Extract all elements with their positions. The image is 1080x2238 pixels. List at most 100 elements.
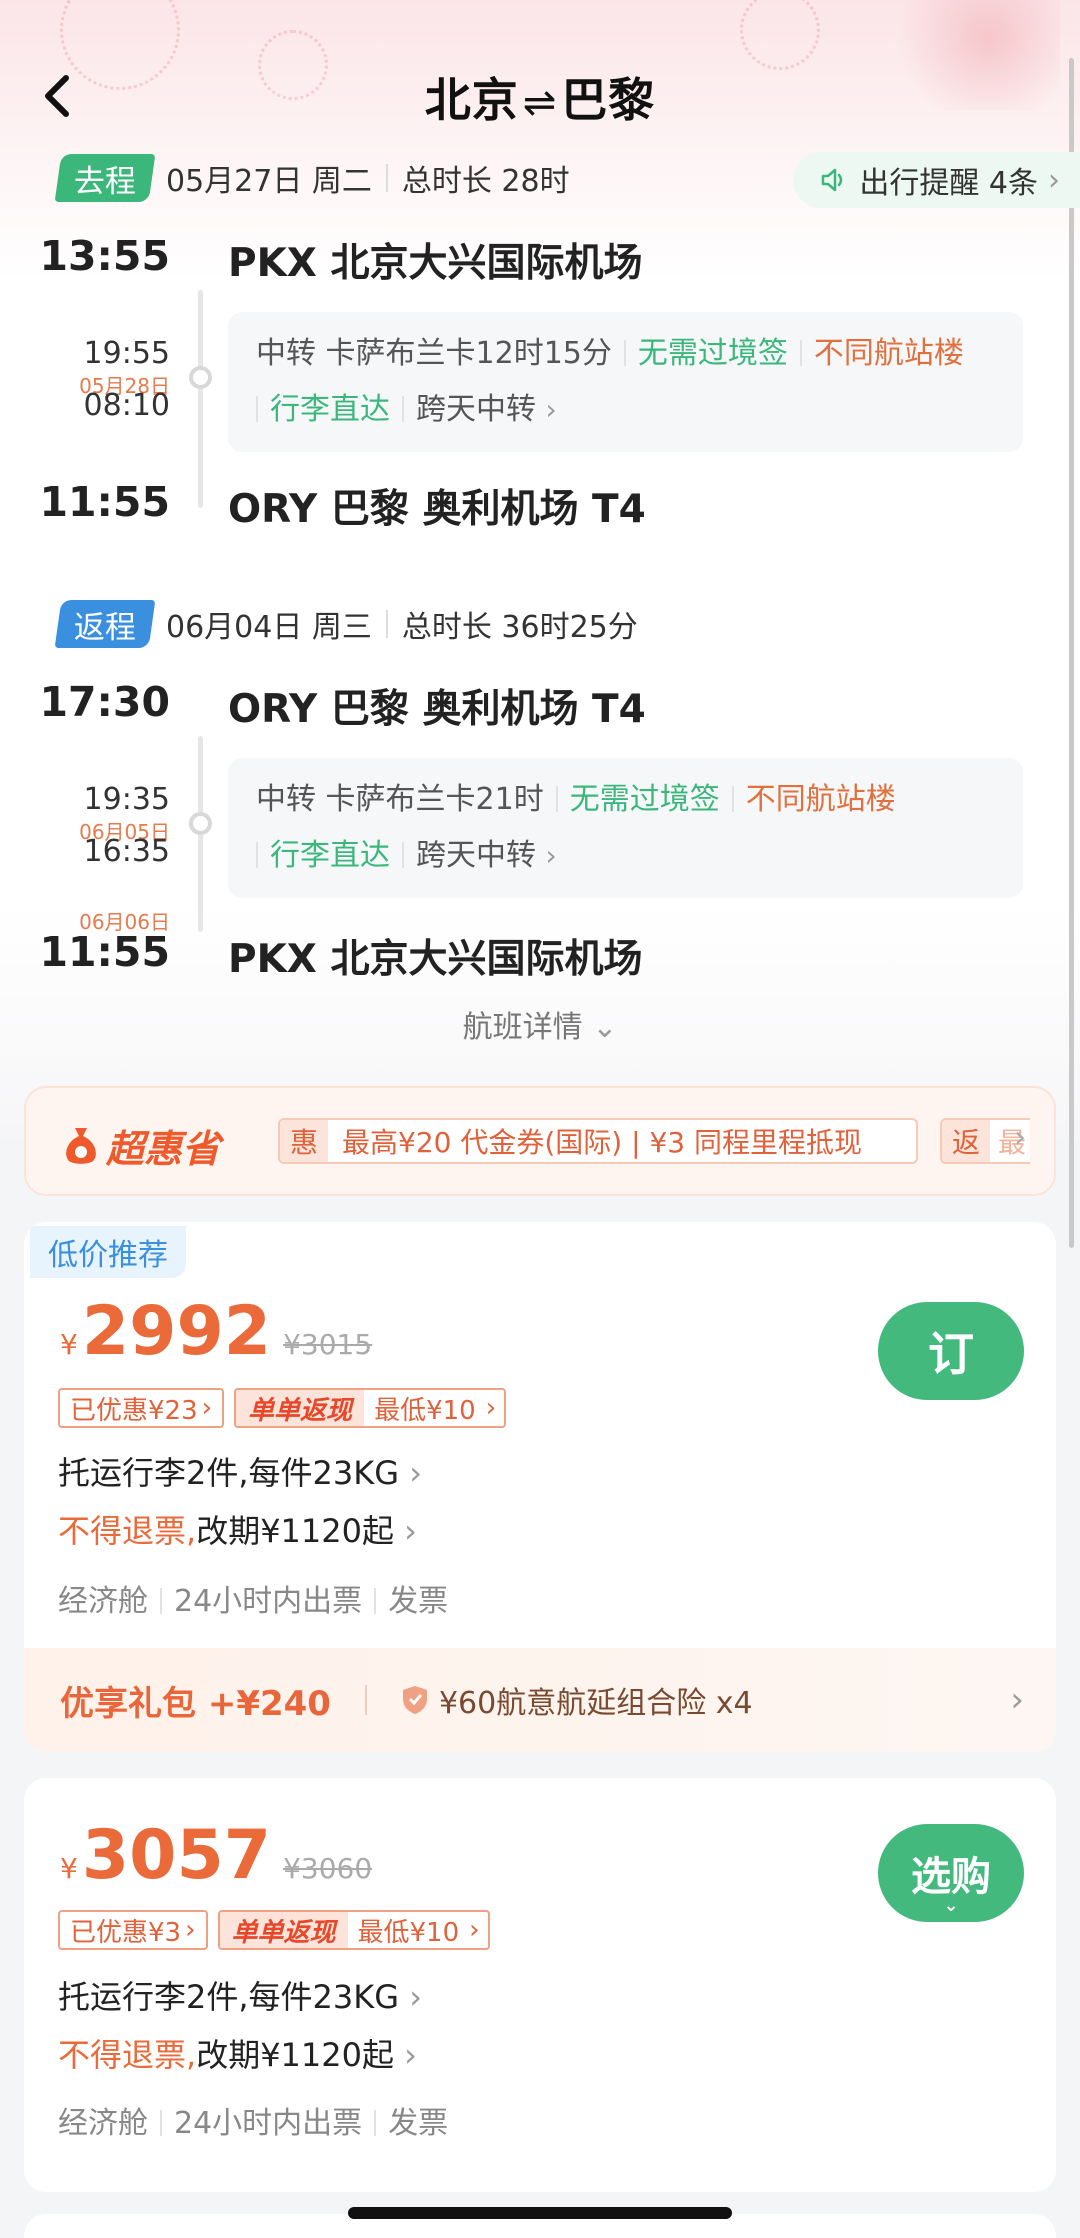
select-button[interactable]: 选购 ⌄ <box>878 1824 1024 1922</box>
divider <box>385 610 388 638</box>
transfer-row-2: 行李直达 跨天中转 › <box>256 382 995 438</box>
chevron-right-icon: › <box>1014 1120 1026 1155</box>
chevron-right-icon: › <box>1048 162 1060 198</box>
transfer-row-2: 行李直达 跨天中转 › <box>256 828 995 884</box>
arrive-time: 11:55 <box>39 478 170 526</box>
nav-header: 北京 ⇌巴黎 <box>0 50 1080 146</box>
gift-package[interactable]: 优享礼包 +¥240 ¥60航意航延组合险 x4 › <box>24 1648 1056 1752</box>
promo-brand-label: 超惠省 <box>106 1127 221 1171</box>
arrive-airport: PKX 北京大兴国际机场 <box>228 937 643 982</box>
overnight-transfer-link[interactable]: 跨天中转 <box>416 838 536 873</box>
refund-label: 不得退票, <box>58 2036 197 2074</box>
discount-row: 已优惠¥3 › 单单返现 最低¥10 › <box>58 1910 490 1950</box>
depart-time: 13:55 <box>39 232 170 280</box>
invoice-label: 发票 <box>388 2106 449 2141</box>
promo-tag: 返 <box>942 1120 991 1162</box>
transfer-arrive-time: 19:35 <box>83 782 170 817</box>
discount-badge[interactable]: 已优惠¥3 › <box>58 1910 208 1950</box>
transfer-row-1: 中转 卡萨布兰卡12时15分 无需过境签 不同航站楼 <box>256 326 995 382</box>
chevron-down-icon: ⌄ <box>592 1010 618 1045</box>
fare-meta: 经济舱 24小时内出票 发票 <box>58 2098 448 2142</box>
baggage-through-label: 行李直达 <box>270 392 390 427</box>
book-button[interactable]: 订 <box>878 1302 1024 1400</box>
promo-coupon: 惠 最高¥20 代金券(国际) | ¥3 同程里程抵现 <box>278 1118 918 1164</box>
return-header: 返程 06月04日 周三 总时长 36时25分 <box>54 598 638 650</box>
money-bag-icon <box>66 1127 96 1164</box>
outbound-tag: 去程 <box>54 154 156 202</box>
no-visa-label: 无需过境签 <box>569 782 720 817</box>
currency-symbol: ¥ <box>60 1328 78 1361</box>
return-duration: 总时长 36时25分 <box>401 610 638 645</box>
refund-info[interactable]: 不得退票,改期¥1120起 › <box>58 2030 417 2076</box>
refund-label: 不得退票, <box>58 1512 197 1550</box>
diff-terminal-label: 不同航站楼 <box>813 336 964 371</box>
return-tag: 返程 <box>54 600 156 648</box>
depart-airport: ORY 巴黎 奥利机场 T4 <box>228 687 646 732</box>
low-price-badge: 低价推荐 <box>30 1226 186 1278</box>
ticketing-time: 24小时内出票 <box>174 2106 363 2141</box>
promo-tag: 惠 <box>280 1120 329 1162</box>
flight-details-label: 航班详情 <box>462 1010 583 1045</box>
change-fee: 改期¥1120起 <box>196 1512 394 1550</box>
change-fee: 改期¥1120起 <box>196 2036 394 2074</box>
divider <box>385 164 388 192</box>
transfer-city: 中转 卡萨布兰卡21时 <box>256 782 544 817</box>
ticketing-time: 24小时内出票 <box>174 1584 363 1619</box>
speaker-icon <box>822 168 843 192</box>
cashback-badge[interactable]: 单单返现 最低¥10 › <box>234 1388 507 1428</box>
depart-time: 17:30 <box>39 678 170 726</box>
refund-info[interactable]: 不得退票,改期¥1120起 › <box>58 1506 417 1552</box>
title-from: 北京 <box>424 73 519 127</box>
no-visa-label: 无需过境签 <box>637 336 788 371</box>
price-value: 2992 <box>81 1292 272 1371</box>
transfer-depart-time: 08:10 <box>83 388 170 423</box>
transfer-depart-time: 16:35 <box>83 834 170 869</box>
outbound-date: 05月27日 周二 <box>166 164 372 199</box>
outbound-duration: 总时长 28时 <box>401 164 570 199</box>
cashback-min: 最低¥10 <box>357 1917 460 1948</box>
insurance-info: ¥60航意航延组合险 x4 <box>401 1678 753 1722</box>
flight-details-link[interactable]: 航班详情 ⌄ <box>0 1002 1080 1046</box>
cabin-class: 经济舱 <box>58 1584 148 1619</box>
cashback-label: 单单返现 <box>236 1390 365 1426</box>
outbound-header: 去程 05月27日 周二 总时长 28时 <box>54 152 570 204</box>
fare-card[interactable]: 低价推荐 ¥ 2992 ¥3015 已优惠¥23 › 单单返现 最低¥10 › … <box>24 1222 1056 1752</box>
scrollbar[interactable] <box>1069 58 1074 1248</box>
price: ¥ 3057 ¥3060 <box>60 1822 372 1890</box>
chevron-right-icon: › <box>545 839 557 872</box>
transfer-row-1: 中转 卡萨布兰卡21时 无需过境签 不同航站楼 <box>256 772 995 828</box>
chevron-right-icon: › <box>1010 1680 1024 1720</box>
transfer-dot <box>189 366 212 389</box>
home-indicator[interactable] <box>348 2207 732 2219</box>
transfer-info-box[interactable]: 中转 卡萨布兰卡21时 无需过境签 不同航站楼 行李直达 跨天中转 › <box>228 758 1023 898</box>
roundtrip-arrow-icon: ⇌ <box>522 80 558 126</box>
arrive-airport: ORY 巴黎 奥利机场 T4 <box>228 487 646 532</box>
transfer-dot <box>189 812 212 835</box>
title-to: 巴黎 <box>561 73 656 127</box>
overnight-transfer-link[interactable]: 跨天中转 <box>416 392 536 427</box>
baggage-info[interactable]: 托运行李2件,每件23KG › <box>58 1448 422 1494</box>
fare-card[interactable]: ¥ 3057 ¥3060 已优惠¥3 › 单单返现 最低¥10 › 托运行李2件… <box>24 1778 1056 2192</box>
chevron-down-icon: ⌄ <box>943 1895 959 1916</box>
discount-badge[interactable]: 已优惠¥23 › <box>58 1388 225 1428</box>
cashback-badge[interactable]: 单单返现 最低¥10 › <box>217 1910 490 1950</box>
transfer-info-box[interactable]: 中转 卡萨布兰卡12时15分 无需过境签 不同航站楼 行李直达 跨天中转 › <box>228 312 1023 452</box>
promo-brand: 超惠省 <box>62 1118 220 1173</box>
route-line <box>198 290 203 508</box>
baggage-info[interactable]: 托运行李2件,每件23KG › <box>58 1972 422 2018</box>
diff-terminal-label: 不同航站楼 <box>745 782 896 817</box>
baggage-through-label: 行李直达 <box>270 838 390 873</box>
shield-icon <box>402 1686 427 1714</box>
return-date: 06月04日 周三 <box>166 610 372 645</box>
page-title: 北京 ⇌巴黎 <box>0 64 1080 130</box>
original-price: ¥3060 <box>283 1852 373 1885</box>
promo-banner[interactable]: 超惠省 惠 最高¥20 代金券(国际) | ¥3 同程里程抵现 返 最 › <box>24 1086 1056 1196</box>
original-price: ¥3015 <box>283 1328 373 1361</box>
travel-reminder-button[interactable]: 出行提醒 4条 › <box>793 152 1080 208</box>
currency-symbol: ¥ <box>60 1852 78 1885</box>
cabin-class: 经济舱 <box>58 2106 148 2141</box>
discount-row: 已优惠¥23 › 单单返现 最低¥10 › <box>58 1388 507 1428</box>
cashback-min: 最低¥10 <box>374 1395 476 1426</box>
gift-title: 优享礼包 +¥240 <box>60 1683 331 1724</box>
arrive-time: 11:55 <box>39 928 170 976</box>
